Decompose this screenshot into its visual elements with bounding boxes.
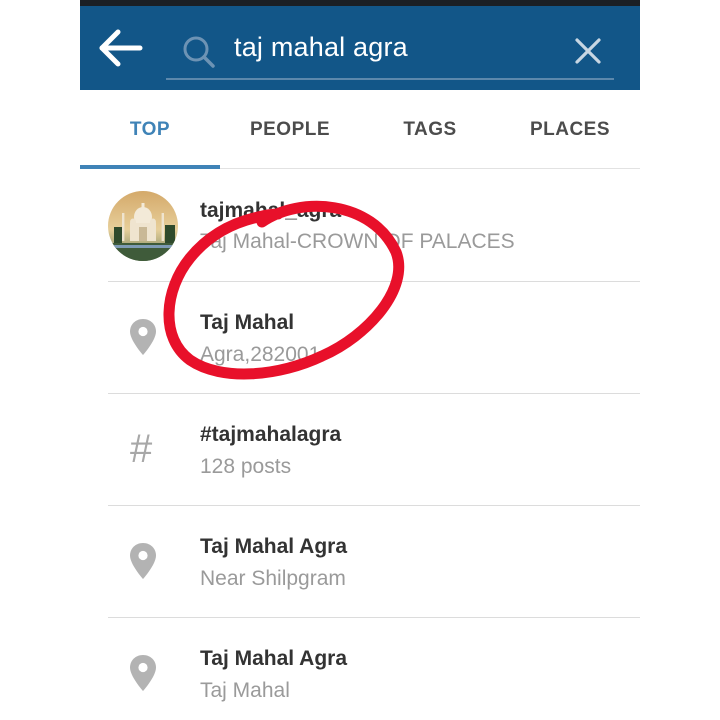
result-title: Taj Mahal <box>200 311 295 334</box>
result-title: Taj Mahal Agra <box>200 535 348 558</box>
result-subtitle: Near Shilpgram <box>200 567 346 590</box>
hashtag-icon: # <box>130 427 153 471</box>
result-tag-tajmahalagra[interactable]: # #tajmahalagra 128 posts <box>108 393 640 506</box>
search-screen: taj mahal agra TOP PEOPLE TAGS PLACES ta… <box>80 6 640 720</box>
search-query[interactable]: taj mahal agra <box>234 32 408 63</box>
result-place-taj-mahal[interactable]: Taj Mahal Agra,282001 <box>108 281 640 394</box>
result-title: Taj Mahal Agra <box>200 647 348 670</box>
avatar <box>108 191 178 261</box>
tab-people-label: PEOPLE <box>249 119 331 140</box>
result-subtitle: Agra,282001 <box>200 343 321 366</box>
result-place-taj-mahal-agra[interactable]: Taj Mahal Agra Taj Mahal <box>108 617 640 720</box>
search-tabs: TOP PEOPLE TAGS PLACES <box>80 90 640 169</box>
tab-people[interactable]: PEOPLE <box>220 90 360 168</box>
result-subtitle: 128 posts <box>200 455 292 478</box>
result-user-tajmahal-agra[interactable]: tajmahal_agra Taj Mahal-CROWN OF PALACES <box>108 169 640 282</box>
result-place-taj-mahal-agra-shilpgram[interactable]: Taj Mahal Agra Near Shilpgram <box>108 505 640 618</box>
search-icon <box>183 36 215 68</box>
search-input[interactable]: taj mahal agra <box>166 22 614 80</box>
tab-tags[interactable]: TAGS <box>360 90 500 168</box>
close-icon[interactable] <box>574 37 602 65</box>
result-subtitle: Taj Mahal-CROWN OF PALACES <box>200 230 515 253</box>
tab-top[interactable]: TOP <box>80 90 220 169</box>
tab-places-label: PLACES <box>529 119 611 140</box>
location-pin-icon <box>130 543 156 579</box>
back-arrow-icon[interactable] <box>98 28 144 68</box>
result-subtitle: Taj Mahal <box>200 679 290 702</box>
search-header: taj mahal agra <box>80 6 640 90</box>
result-title: tajmahal_agra <box>200 199 342 222</box>
tab-places[interactable]: PLACES <box>500 90 640 168</box>
tab-tags-label: TAGS <box>403 119 457 140</box>
location-pin-icon <box>130 655 156 691</box>
taj-mahal-avatar-image <box>108 191 178 261</box>
tab-top-label: TOP <box>129 119 171 140</box>
result-title: #tajmahalagra <box>200 423 342 446</box>
location-pin-icon <box>130 319 156 355</box>
